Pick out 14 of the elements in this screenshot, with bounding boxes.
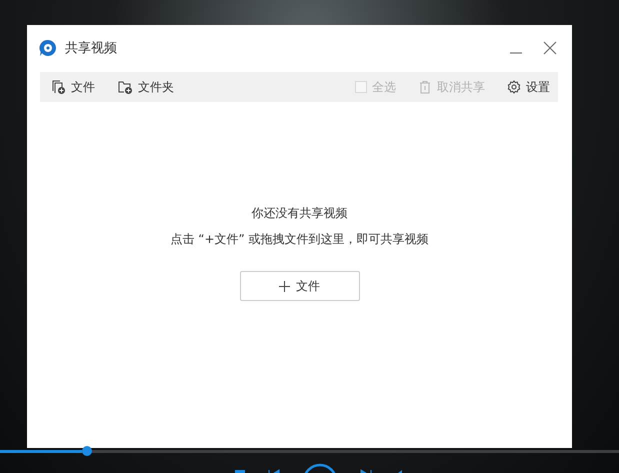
- add-folder-icon: [117, 79, 133, 95]
- trash-icon: [418, 80, 432, 94]
- add-file-button[interactable]: 文件: [240, 271, 360, 301]
- empty-hint: 点击 “+文件” 或拖拽文件到这里，即可共享视频: [170, 231, 429, 247]
- settings-icon: [507, 80, 521, 94]
- close-button[interactable]: [542, 40, 558, 56]
- empty-title: 你还没有共享视频: [252, 205, 348, 221]
- app-logo-icon: [39, 38, 57, 56]
- add-file-icon: [50, 79, 66, 95]
- toolbar-button[interactable]: 文件夹: [117, 78, 174, 96]
- toolbar-button[interactable]: 设置: [507, 78, 550, 96]
- window-title: 共享视频: [65, 40, 118, 56]
- toolbar-button[interactable]: 文件: [50, 78, 95, 96]
- plus-icon: [279, 280, 290, 292]
